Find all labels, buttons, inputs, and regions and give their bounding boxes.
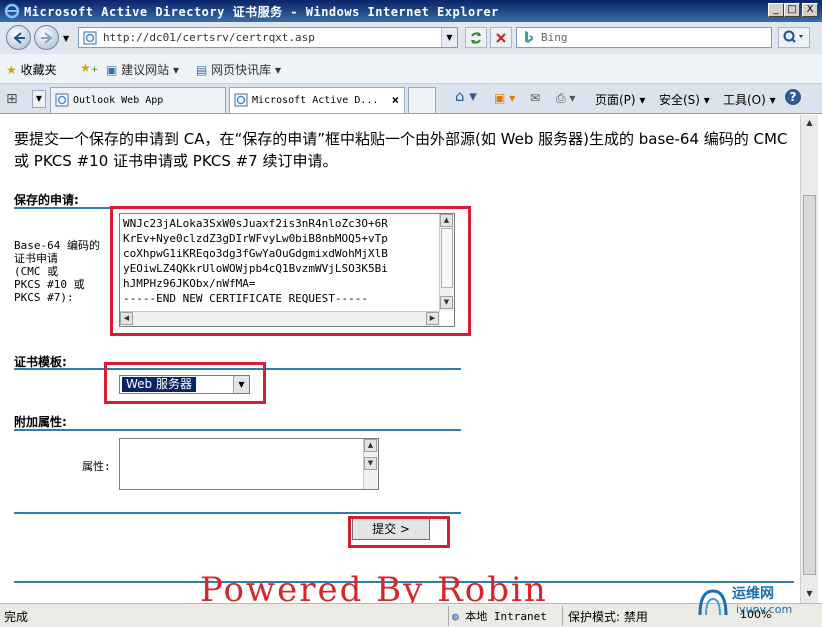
attributes-scrollbar[interactable]: ▲ ▼ (363, 439, 378, 489)
tab-list-dropdown-icon[interactable]: ▼ (32, 90, 46, 108)
section-divider (14, 429, 461, 431)
base64-label: Base-64 编码的 证书申请 (CMC 或 PKCS #10 或 PKCS … (14, 239, 100, 304)
scroll-up-icon[interactable]: ▲ (364, 439, 377, 452)
address-dropdown-icon[interactable]: ▼ (441, 28, 457, 47)
security-zone[interactable]: ◍ 本地 Intranet (452, 608, 547, 624)
stop-button[interactable] (490, 27, 512, 48)
new-tab-button[interactable] (408, 87, 436, 113)
protected-mode-status: 保护模式: 禁用 (568, 610, 648, 624)
intro-text: 要提交一个保存的申请到 CA，在“保存的申请”框中粘贴一个由外部源(如 Web … (14, 130, 788, 170)
bing-icon (525, 31, 533, 43)
scroll-up-icon[interactable]: ▲ (803, 116, 816, 130)
forward-button[interactable] (34, 25, 59, 50)
refresh-button[interactable] (465, 27, 487, 48)
search-button[interactable] (778, 27, 810, 48)
tab-page-icon (55, 93, 69, 107)
site-logo-watermark: 运维网 iyunv.com (696, 583, 816, 623)
home-icon[interactable]: ⌂ ▾ (455, 87, 477, 105)
section-divider (14, 512, 461, 514)
saved-request-heading: 保存的申请: (14, 193, 79, 207)
stop-icon (496, 33, 506, 43)
scroll-down-icon[interactable]: ▼ (364, 457, 377, 470)
zone-label: 本地 Intranet (465, 610, 547, 623)
base64-label-line: PKCS #7): (14, 291, 74, 304)
feeds-icon[interactable]: ▣ ▾ (494, 91, 515, 105)
base64-label-line: PKCS #10 或 (14, 278, 85, 291)
status-separator (448, 606, 449, 626)
address-bar[interactable]: http://dc01/certsrv/certrqxt.asp ▼ (78, 27, 458, 48)
address-toolbar: ▼ http://dc01/certsrv/certrqxt.asp ▼ Bin… (0, 22, 822, 54)
recent-pages-dropdown-icon[interactable]: ▼ (63, 34, 69, 43)
powered-by-watermark: Powered By Robin (200, 570, 548, 603)
page-vertical-scrollbar[interactable]: ▲ ▼ (800, 115, 818, 603)
quick-tabs-icon[interactable]: ⊞ (6, 91, 18, 107)
page-icon (83, 31, 97, 45)
submit-highlight-box (348, 516, 450, 548)
safety-menu[interactable]: 安全(S) ▾ (659, 91, 710, 108)
template-highlight-box (104, 362, 266, 404)
read-mail-icon[interactable]: ✉ (530, 91, 540, 105)
suggested-sites-label: 建议网站 ▾ (121, 63, 180, 77)
status-text: 完成 (4, 610, 29, 624)
help-icon[interactable]: ? (785, 89, 801, 105)
status-separator (562, 606, 563, 626)
print-icon[interactable]: ⎙ ▾ (556, 91, 575, 106)
ie-logo-icon (4, 3, 20, 19)
search-icon (783, 30, 803, 43)
tab-active-directory[interactable]: Microsoft Active D... × (229, 87, 405, 113)
tab-outlook-web-app[interactable]: Outlook Web App (50, 87, 226, 113)
favorites-button[interactable]: ★ 收藏夹 (6, 61, 57, 78)
maximize-button[interactable]: □ (784, 3, 800, 17)
minimize-button[interactable]: _ (768, 3, 784, 17)
forward-arrow-icon (41, 32, 53, 44)
suggested-sites-link[interactable]: ▣ 建议网站 ▾ (106, 61, 179, 78)
attributes-textarea[interactable]: ▲ ▼ (119, 438, 379, 490)
address-url: http://dc01/certsrv/certrqxt.asp (103, 31, 315, 44)
web-slice-gallery-link[interactable]: ▤ 网页快讯库 ▾ (196, 61, 281, 78)
web-slice-label: 网页快讯库 ▾ (211, 63, 282, 77)
favorites-bar: ★ 收藏夹 ★+ ▣ 建议网站 ▾ ▤ 网页快讯库 ▾ (0, 54, 822, 84)
search-box[interactable]: Bing (516, 27, 772, 48)
tab-bar: ⊞ ▼ Outlook Web App Microsoft Active D..… (0, 84, 822, 114)
base64-label-line: Base-64 编码的 (14, 239, 100, 252)
close-tab-icon[interactable]: × (392, 93, 399, 107)
request-highlight-box (110, 206, 471, 336)
page-content: 要提交一个保存的申请到 CA，在“保存的申请”框中粘贴一个由外部源(如 Web … (0, 115, 800, 603)
attributes-heading: 附加属性: (14, 415, 67, 429)
base64-label-line: 证书申请 (14, 252, 58, 265)
attributes-label: 属性: (82, 460, 111, 473)
page-menu[interactable]: 页面(P) ▾ (595, 91, 645, 108)
window-title-bar: Microsoft Active Directory 证书服务 - Window… (0, 0, 822, 22)
base64-label-line: (CMC 或 (14, 265, 59, 278)
window-title: Microsoft Active Directory 证书服务 - Window… (24, 5, 499, 19)
tab-page-icon (234, 93, 248, 107)
tools-menu[interactable]: 工具(O) ▾ (723, 91, 776, 108)
back-arrow-icon (13, 32, 25, 44)
back-button[interactable] (6, 25, 31, 50)
globe-icon: ◍ (452, 610, 459, 623)
star-icon: ★ (6, 63, 17, 77)
site-logo-icon (698, 589, 728, 616)
logo-line2: iyunv.com (736, 603, 793, 616)
favorites-label: 收藏夹 (20, 63, 57, 77)
refresh-icon (471, 32, 481, 44)
search-placeholder: Bing (541, 31, 568, 44)
page-scroll-thumb[interactable] (803, 195, 816, 575)
tab-label: Microsoft Active D... (252, 95, 379, 106)
suggested-sites-icon: ▣ (106, 63, 118, 77)
close-window-button[interactable]: X (802, 3, 818, 17)
web-slice-icon: ▤ (196, 63, 208, 77)
logo-line1: 运维网 (732, 586, 774, 602)
add-favorite-icon[interactable]: ★+ (80, 61, 98, 75)
tab-label: Outlook Web App (73, 95, 164, 106)
